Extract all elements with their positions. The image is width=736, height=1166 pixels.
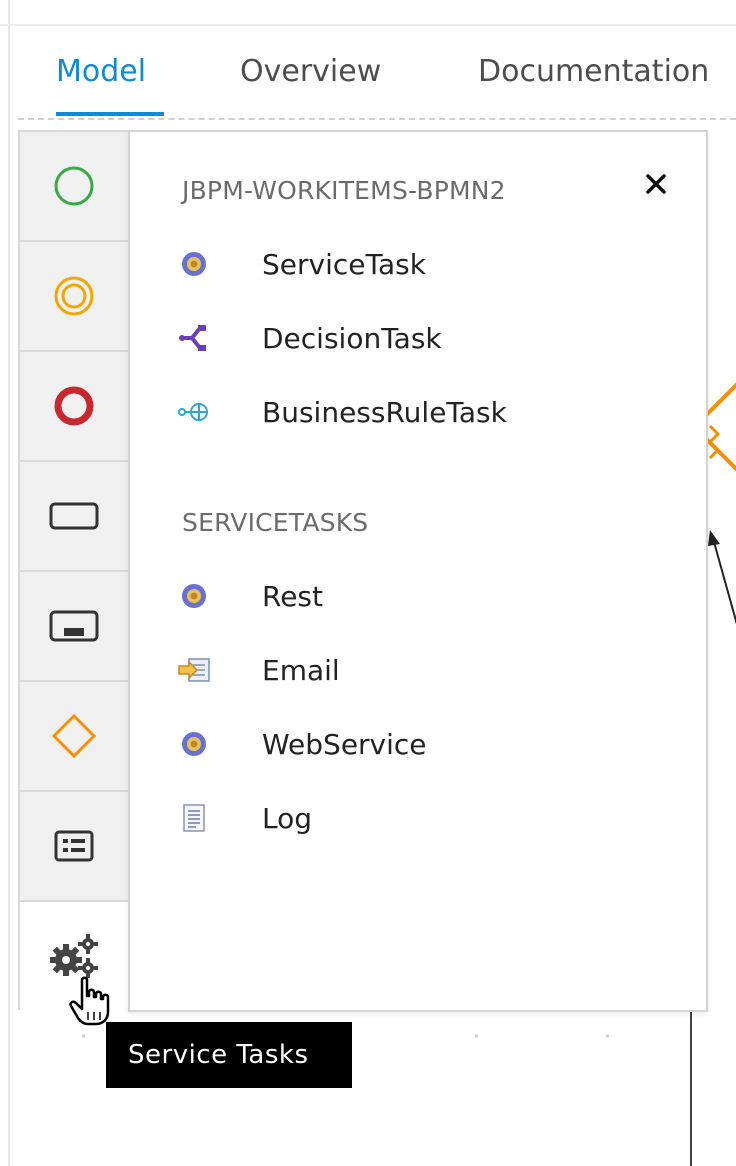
palette-end-event[interactable] [20, 352, 128, 462]
gateway-icon [51, 713, 97, 759]
shape-palette [18, 130, 130, 1010]
flyout-item-businessruletask[interactable]: BusinessRuleTask [176, 388, 656, 436]
tab-documentation[interactable]: Documentation [478, 54, 709, 89]
flyout-item-label: Email [262, 653, 340, 687]
gateway-marker-icon [708, 424, 720, 460]
flyout-item-decisiontask[interactable]: DecisionTask [176, 314, 656, 362]
end-event-icon [54, 386, 94, 426]
flyout-item-email[interactable]: Email [176, 646, 656, 694]
section-title-servicetasks: SERVICETASKS [182, 508, 369, 537]
flyout-item-label: Log [262, 801, 313, 835]
canvas-top-border [18, 118, 736, 120]
task-icon [49, 502, 99, 530]
email-icon [176, 652, 212, 688]
tooltip: Service Tasks [106, 1022, 352, 1088]
section-title-jbpm: JBPM-WORKITEMS-BPMN2 [182, 176, 506, 205]
tab-model[interactable]: Model [56, 54, 146, 89]
flyout-item-label: WebService [262, 727, 427, 761]
start-event-icon [54, 166, 94, 206]
list-box-icon [54, 830, 94, 862]
document-icon [176, 800, 212, 836]
gear-icon [176, 578, 212, 614]
palette-subprocess[interactable] [20, 572, 128, 682]
active-tab-indicator [56, 112, 164, 116]
palette-container[interactable] [20, 792, 128, 902]
flyout-item-label: Rest [262, 579, 323, 613]
flyout-item-label: DecisionTask [262, 321, 442, 355]
flyout-item-webservice[interactable]: WebService [176, 720, 656, 768]
palette-intermediate-event[interactable] [20, 242, 128, 352]
palette-gateway[interactable] [20, 682, 128, 792]
tab-overview[interactable]: Overview [240, 54, 381, 89]
service-tasks-flyout: JBPM-WORKITEMS-BPMN2 ServiceTask Decisio… [128, 130, 708, 1012]
palette-task[interactable] [20, 462, 128, 572]
close-icon[interactable] [644, 172, 668, 196]
gears-icon [50, 934, 98, 978]
subprocess-icon [49, 610, 99, 642]
flyout-item-servicetask[interactable]: ServiceTask [176, 240, 656, 288]
flyout-item-rest[interactable]: Rest [176, 572, 656, 620]
gear-icon [176, 246, 212, 282]
flyout-item-log[interactable]: Log [176, 794, 656, 842]
flyout-item-label: BusinessRuleTask [262, 395, 507, 429]
flyout-item-label: ServiceTask [262, 247, 426, 281]
business-rule-icon [176, 394, 212, 430]
editor-tabs: Model Overview Documentation [0, 40, 736, 120]
window-left-border [8, 0, 10, 1166]
intermediate-event-icon [54, 276, 94, 316]
hand-cursor-icon [69, 976, 110, 1026]
lane-divider [690, 1010, 692, 1166]
header-divider [0, 24, 736, 26]
decision-icon [176, 320, 212, 356]
gear-icon [176, 726, 212, 762]
palette-start-event[interactable] [20, 132, 128, 242]
